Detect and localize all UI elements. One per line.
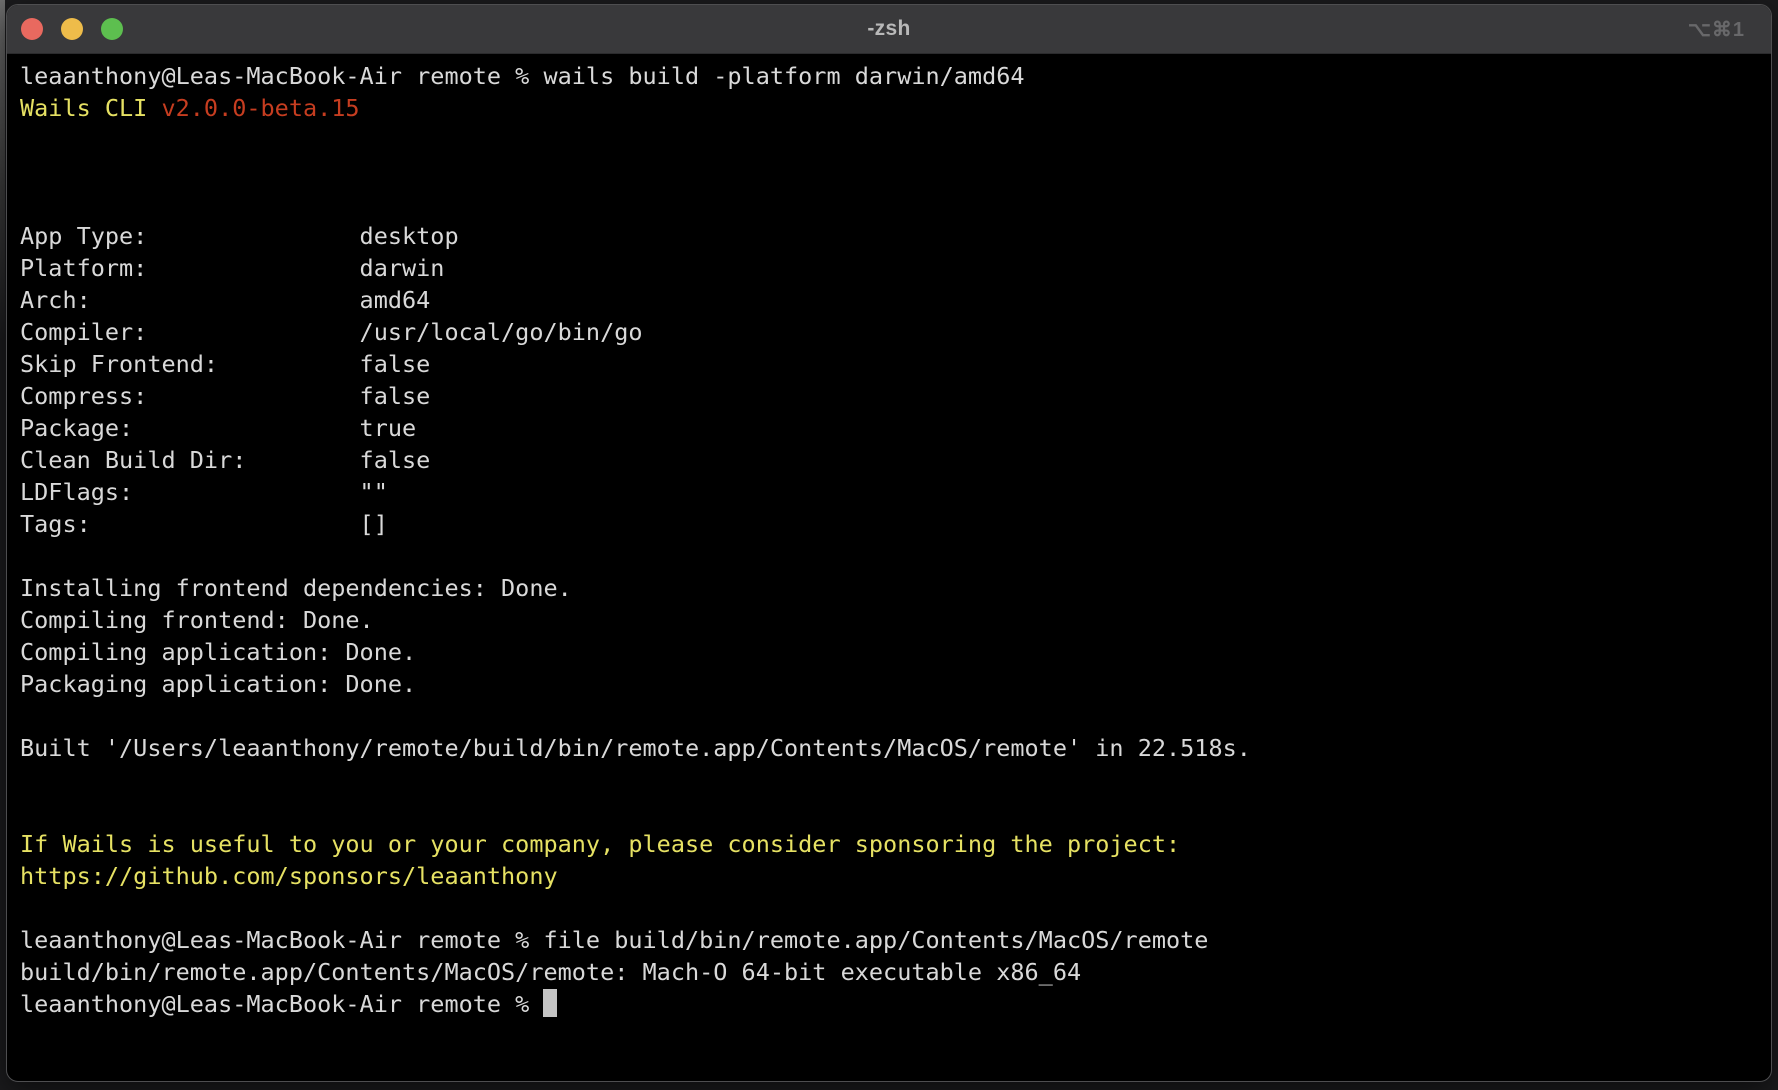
- terminal-text-segment: LDFlags: "": [20, 478, 388, 506]
- terminal-window: -zsh ⌥⌘1 leaanthony@Leas-MacBook-Air rem…: [6, 4, 1772, 1082]
- terminal-cursor: [543, 989, 557, 1017]
- terminal-text-segment: build/bin/remote.app/Contents/MacOS/remo…: [20, 958, 1081, 986]
- zoom-button[interactable]: [101, 18, 123, 40]
- terminal-line: [20, 700, 1771, 732]
- terminal-text-segment: Compiling application: Done.: [20, 638, 416, 666]
- terminal-text-segment: Wails CLI: [20, 94, 161, 122]
- terminal-line: [20, 892, 1771, 924]
- terminal-line: Packaging application: Done.: [20, 668, 1771, 700]
- terminal-line: leaanthony@Leas-MacBook-Air remote % wai…: [20, 60, 1771, 92]
- window-shortcut-badge: ⌥⌘1: [1688, 17, 1745, 42]
- terminal-text-segment: Platform: darwin: [20, 254, 444, 282]
- terminal-text-segment: Arch: amd64: [20, 286, 430, 314]
- terminal-text-segment: Packaging application: Done.: [20, 670, 416, 698]
- terminal-text-segment: leaanthony@Leas-MacBook-Air remote %: [20, 990, 543, 1018]
- terminal-line: build/bin/remote.app/Contents/MacOS/remo…: [20, 956, 1771, 988]
- terminal-line: [20, 764, 1771, 796]
- terminal-output[interactable]: leaanthony@Leas-MacBook-Air remote % wai…: [7, 54, 1771, 1081]
- terminal-line: If Wails is useful to you or your compan…: [20, 828, 1771, 860]
- terminal-line: Wails CLI v2.0.0-beta.15: [20, 92, 1771, 124]
- terminal-text-segment: Package: true: [20, 414, 416, 442]
- terminal-line: Skip Frontend: false: [20, 348, 1771, 380]
- traffic-lights: [7, 18, 123, 40]
- terminal-text-segment: If Wails is useful to you or your compan…: [20, 830, 1180, 858]
- terminal-text-segment: Compiling frontend: Done.: [20, 606, 374, 634]
- terminal-line: Compiler: /usr/local/go/bin/go: [20, 316, 1771, 348]
- terminal-line: [20, 156, 1771, 188]
- terminal-line: [20, 188, 1771, 220]
- terminal-line: Package: true: [20, 412, 1771, 444]
- terminal-text-segment: Compiler: /usr/local/go/bin/go: [20, 318, 643, 346]
- background-window-edge: [0, 0, 5, 340]
- terminal-line: [20, 796, 1771, 828]
- terminal-line: Built '/Users/leaanthony/remote/build/bi…: [20, 732, 1771, 764]
- terminal-line: Compiling application: Done.: [20, 636, 1771, 668]
- terminal-line: Arch: amd64: [20, 284, 1771, 316]
- terminal-text-segment: v2.0.0-beta.15: [161, 94, 359, 122]
- terminal-text-segment: leaanthony@Leas-MacBook-Air remote % wai…: [20, 62, 1025, 90]
- terminal-text-segment: leaanthony@Leas-MacBook-Air remote % fil…: [20, 926, 1208, 954]
- terminal-line: Platform: darwin: [20, 252, 1771, 284]
- terminal-text-segment: Tags: []: [20, 510, 388, 538]
- terminal-line: Tags: []: [20, 508, 1771, 540]
- terminal-line: [20, 124, 1771, 156]
- terminal-text-segment: Built '/Users/leaanthony/remote/build/bi…: [20, 734, 1251, 762]
- terminal-line: Compress: false: [20, 380, 1771, 412]
- terminal-line: https://github.com/sponsors/leaanthony: [20, 860, 1771, 892]
- terminal-line: [20, 540, 1771, 572]
- terminal-line: Installing frontend dependencies: Done.: [20, 572, 1771, 604]
- terminal-line: LDFlags: "": [20, 476, 1771, 508]
- terminal-line: App Type: desktop: [20, 220, 1771, 252]
- terminal-line: leaanthony@Leas-MacBook-Air remote % fil…: [20, 924, 1771, 956]
- terminal-text-segment: Skip Frontend: false: [20, 350, 430, 378]
- minimize-button[interactable]: [61, 18, 83, 40]
- titlebar[interactable]: -zsh ⌥⌘1: [7, 5, 1771, 54]
- close-button[interactable]: [21, 18, 43, 40]
- terminal-text-segment: Installing frontend dependencies: Done.: [20, 574, 572, 602]
- terminal-line: Clean Build Dir: false: [20, 444, 1771, 476]
- terminal-line: leaanthony@Leas-MacBook-Air remote %: [20, 988, 1771, 1020]
- terminal-text-segment: Clean Build Dir: false: [20, 446, 430, 474]
- terminal-line: Compiling frontend: Done.: [20, 604, 1771, 636]
- terminal-text-segment: https://github.com/sponsors/leaanthony: [20, 862, 558, 890]
- terminal-text-segment: App Type: desktop: [20, 222, 459, 250]
- window-title: -zsh: [7, 17, 1771, 41]
- terminal-text-segment: Compress: false: [20, 382, 430, 410]
